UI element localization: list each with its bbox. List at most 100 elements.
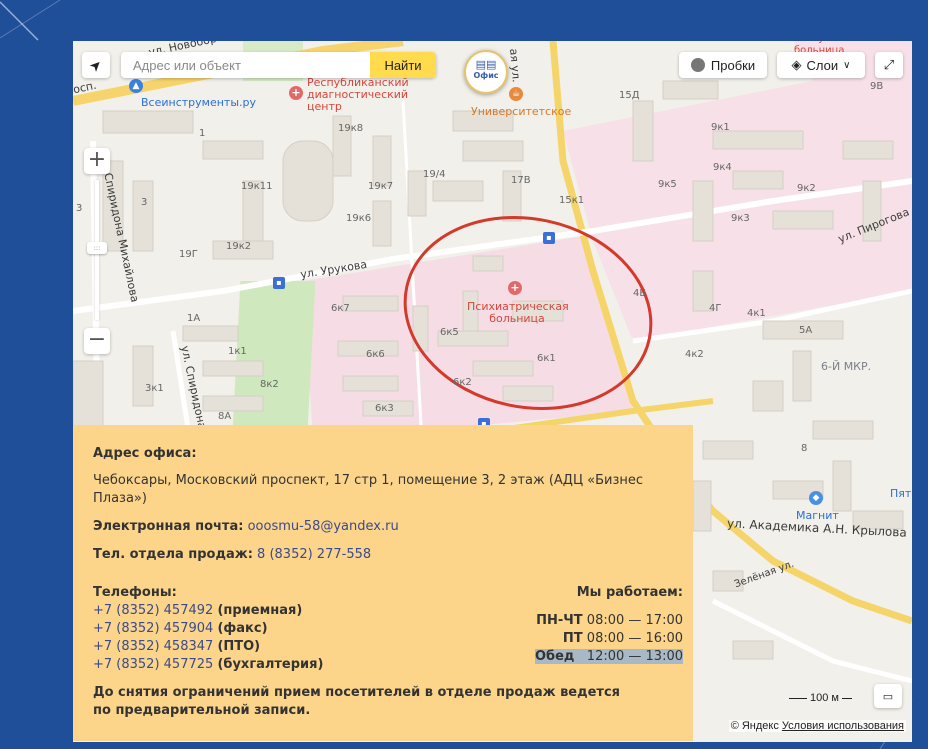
district-label: 6-Й МКР.: [821, 360, 872, 373]
building-number: 9В: [870, 81, 884, 92]
instruments-label[interactable]: Всеинструменты.ру: [141, 97, 256, 109]
phone-note: (ПТО): [217, 639, 261, 654]
hours-title: Мы работаем:: [576, 585, 683, 600]
phone-note: (бухгалтерия): [217, 657, 324, 672]
building-number: 8А: [218, 411, 232, 422]
traffic-icon: [690, 58, 705, 72]
building-number: 8: [801, 443, 808, 454]
contact-info-panel: Адрес офиса: Чебоксары, Московский просп…: [73, 425, 693, 741]
hospital-label[interactable]: Психиатрическая больница: [467, 301, 569, 325]
sales-label: Тел. отдела продаж:: [93, 547, 253, 562]
building-number: 8к2: [260, 379, 279, 390]
scale-bar: 100 м: [789, 691, 852, 705]
building-number: 19к8: [338, 123, 364, 134]
hours-days: Обед: [534, 649, 575, 664]
bus-stop-icon[interactable]: ▪: [543, 232, 555, 244]
book-icon: ▤▤: [475, 58, 497, 71]
address-title: Адрес офиса:: [93, 446, 197, 461]
traffic-label: Пробки: [710, 57, 756, 73]
diag-center-pin-icon[interactable]: +: [289, 86, 303, 100]
building-number: 5А: [799, 325, 813, 336]
working-hours: Мы работаем: ПН-ЧТ 08:00 — 17:00 ПТ 08:0…: [534, 584, 683, 666]
building-number: 6к2: [453, 377, 472, 388]
building-number: 1А: [187, 313, 201, 324]
pyat-label[interactable]: Пятё: [890, 488, 912, 500]
building-number: 9к4: [713, 162, 732, 173]
zoom-in-button[interactable]: +: [84, 148, 110, 174]
building-number: 3к1: [145, 383, 164, 394]
building-number: 6к1: [537, 353, 556, 364]
building-number: 19/4: [423, 169, 446, 180]
layers-button[interactable]: ◈ Слои ∨: [777, 52, 865, 78]
phone-number[interactable]: +7 (8352) 457492: [93, 603, 213, 618]
building-number: 19к2: [226, 241, 252, 252]
hours-row: ПН-ЧТ 08:00 — 17:00: [535, 612, 683, 630]
magnit-label[interactable]: Магнит: [796, 510, 839, 522]
building-number: 15к1: [559, 195, 585, 206]
building-number: 1к1: [228, 346, 247, 357]
building-number: 19Г: [179, 249, 198, 260]
traffic-button[interactable]: Пробки: [679, 52, 767, 78]
terms-link[interactable]: Условия использования: [782, 720, 904, 732]
cafe-pin-icon[interactable]: ☕: [509, 87, 523, 101]
ruler-button[interactable]: ▭: [874, 684, 902, 708]
diag-center-label[interactable]: Республиканский диагностический центр: [307, 77, 417, 113]
building-number: 3: [141, 197, 148, 208]
office-marker-label: Офис: [473, 71, 499, 80]
office-marker[interactable]: ▤▤ Офис: [464, 50, 508, 94]
building-number: 4Г: [709, 303, 722, 314]
building-number: 4к2: [685, 349, 704, 360]
email-label: Электронная почта:: [93, 519, 244, 534]
phone-note: (факс): [217, 621, 268, 636]
layers-label: Слои: [806, 57, 839, 73]
geolocation-button[interactable]: ➤: [82, 52, 110, 78]
email-row: Электронная почта: ooosmu-58@yandex.ru: [93, 518, 673, 536]
hours-days: ПН-ЧТ: [536, 613, 583, 628]
shop-pin-icon[interactable]: ▲: [129, 79, 143, 93]
phone-number[interactable]: +7 (8352) 457725: [93, 657, 213, 672]
zoom-out-button[interactable]: −: [84, 328, 110, 354]
hours-time: 08:00 — 16:00: [586, 631, 683, 646]
copyright-text: © Яндекс: [730, 720, 779, 732]
email-link[interactable]: ooosmu-58@yandex.ru: [248, 519, 399, 534]
zoom-slider-handle[interactable]: :::: [87, 242, 107, 254]
expand-icon: ⤢: [883, 57, 895, 72]
visitor-notice: До снятия ограничений прием посетителей …: [93, 685, 621, 718]
building-number: 9к2: [797, 183, 816, 194]
sales-row: Тел. отдела продаж: 8 (8352) 277-558: [93, 546, 673, 564]
magnit-pin-icon[interactable]: ◆: [809, 491, 823, 505]
hours-row: Обед 12:00 — 13:00: [534, 648, 683, 666]
zoom-control: + ::: −: [84, 148, 110, 354]
bus-stop-icon[interactable]: ▪: [273, 277, 285, 289]
map-copyright: © Яндекс Условия использования: [728, 720, 906, 732]
building-number: 9к3: [731, 213, 750, 224]
building-number: 19к6: [346, 213, 372, 224]
hours-row: ПТ 08:00 — 16:00: [535, 630, 683, 648]
building-number: 3: [76, 203, 83, 214]
building-number: 19к11: [241, 181, 273, 192]
chevron-down-icon: ∨: [843, 59, 851, 71]
ruler-icon: ▭: [882, 690, 894, 703]
navigation-arrow-icon: ➤: [85, 54, 106, 75]
building-number: 4Б: [633, 288, 647, 299]
sales-phone[interactable]: 8 (8352) 277-558: [257, 547, 371, 562]
building-number: 19к7: [368, 181, 394, 192]
search-input[interactable]: [121, 52, 371, 78]
hours-time: 08:00 — 17:00: [586, 613, 683, 628]
hours-days: ПТ: [562, 631, 583, 646]
phone-note: (приемная): [217, 603, 303, 618]
address-text: Чебоксары, Московский проспект, 17 стр 1…: [93, 473, 644, 506]
hospital-pin-icon[interactable]: +: [508, 281, 522, 295]
university-label[interactable]: Университетское: [471, 106, 571, 118]
building-number: 6к3: [375, 403, 394, 414]
fullscreen-button[interactable]: ⤢: [875, 52, 903, 78]
search-button[interactable]: Найти: [370, 52, 436, 78]
building-number: 9к1: [711, 122, 730, 133]
building-number: 6к6: [366, 349, 385, 360]
building-number: 6к5: [440, 327, 459, 338]
building-number: 9к5: [658, 179, 677, 190]
phone-number[interactable]: +7 (8352) 457904: [93, 621, 213, 636]
building-number: 17В: [511, 175, 531, 186]
phone-number[interactable]: +7 (8352) 458347: [93, 639, 213, 654]
building-number: 4к1: [747, 308, 766, 319]
